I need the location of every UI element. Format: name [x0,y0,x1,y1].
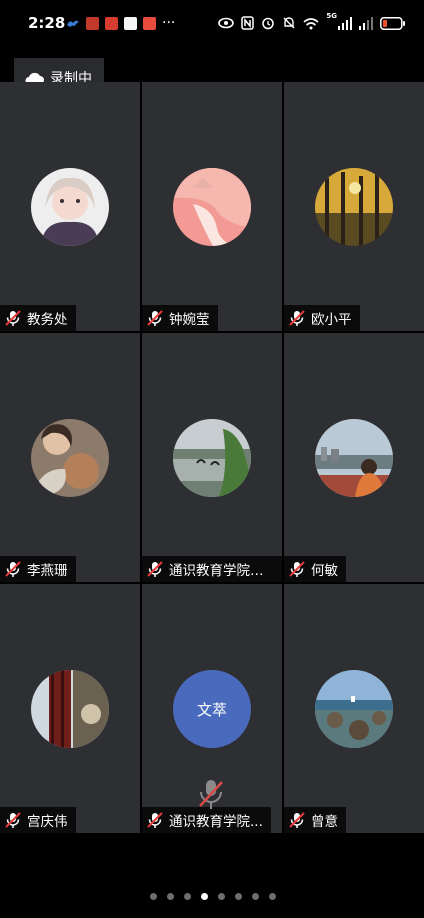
participant-tile[interactable]: 欧小平 [284,82,424,331]
page-dot[interactable] [150,893,157,900]
participant-tile[interactable]: 教务处 [0,82,140,331]
participant-tile[interactable]: 何敏 [284,333,424,582]
page-dot[interactable] [235,893,242,900]
page-dot[interactable] [167,893,174,900]
participant-tile[interactable]: 钟婉莹 [142,82,282,331]
participant-name: 通识教育学院向... [169,563,274,579]
mic-off-icon [289,561,305,577]
mic-toggle-icon[interactable] [196,778,226,812]
name-tag: 通识教育学院向... [142,556,282,582]
page-dot[interactable] [269,893,276,900]
news-app-icon [105,16,118,30]
page-indicator[interactable] [150,893,276,900]
notification-icons: ··· [66,14,175,32]
participant-grid: 教务处 钟婉莹 欧小平 李燕珊 通识教育学院向... 何敏 宫庆伟 文萃 通识教… [0,82,424,834]
name-tag: 曾意 [284,807,346,833]
avatar [31,419,109,497]
status-time: 2:28 [28,14,66,32]
participant-tile[interactable]: 李燕珊 [0,333,140,582]
signal-label: 5G [326,12,337,20]
mic-off-icon [5,812,21,828]
name-tag: 钟婉莹 [142,305,218,331]
mic-off-icon [5,310,21,326]
page-dot[interactable] [201,893,208,900]
nfc-icon [241,16,255,30]
mic-off-icon [289,812,305,828]
name-tag: 教务处 [0,305,76,331]
name-tag: 李燕珊 [0,556,76,582]
avatar [31,168,109,246]
participant-name: 何敏 [311,563,338,579]
name-tag: 欧小平 [284,305,360,331]
avatar [173,168,251,246]
wifi-icon [303,17,319,29]
app-icon [124,16,137,30]
mic-off-icon [5,561,21,577]
mute-bell-icon [283,17,295,29]
avatar [315,419,393,497]
participant-name: 教务处 [27,312,68,328]
participant-name: 曾意 [311,814,338,830]
avatar [315,168,393,246]
alert-icon [86,16,99,30]
mic-off-icon [147,561,163,577]
bird-icon [67,20,79,27]
mic-off-icon [289,310,305,326]
page-dot[interactable] [252,893,259,900]
participant-name: 宫庆伟 [27,814,68,830]
participant-name: 钟婉莹 [169,312,210,328]
bottom-bar [0,834,424,918]
participant-tile[interactable]: 宫庆伟 [0,584,140,833]
participant-name: 欧小平 [311,312,352,328]
system-status-icons: 5G [218,12,406,34]
battery-level [383,19,387,27]
alarm-icon [262,17,275,30]
avatar [31,670,109,748]
avatar [173,419,251,497]
battery-icon [380,16,405,30]
page-dot[interactable] [218,893,225,900]
signal-icon-2 [359,16,373,30]
signal-icon [338,16,352,30]
more-notifications-icon: ··· [162,15,176,31]
name-tag: 宫庆伟 [0,807,76,833]
participant-tile[interactable]: 曾意 [284,584,424,833]
participant-name: 李燕珊 [27,563,68,579]
text-avatar: 文萃 [173,670,251,748]
status-bar: 2:28 ··· 5G [0,0,424,46]
participant-tile[interactable]: 通识教育学院向... [142,333,282,582]
page-dot[interactable] [184,893,191,900]
mic-off-icon [147,310,163,326]
name-tag: 何敏 [284,556,346,582]
eye-icon [218,17,235,29]
mic-off-icon [147,812,163,828]
red-app-icon [143,16,156,30]
participant-name: 通识教育学院... [169,814,263,830]
avatar [315,670,393,748]
